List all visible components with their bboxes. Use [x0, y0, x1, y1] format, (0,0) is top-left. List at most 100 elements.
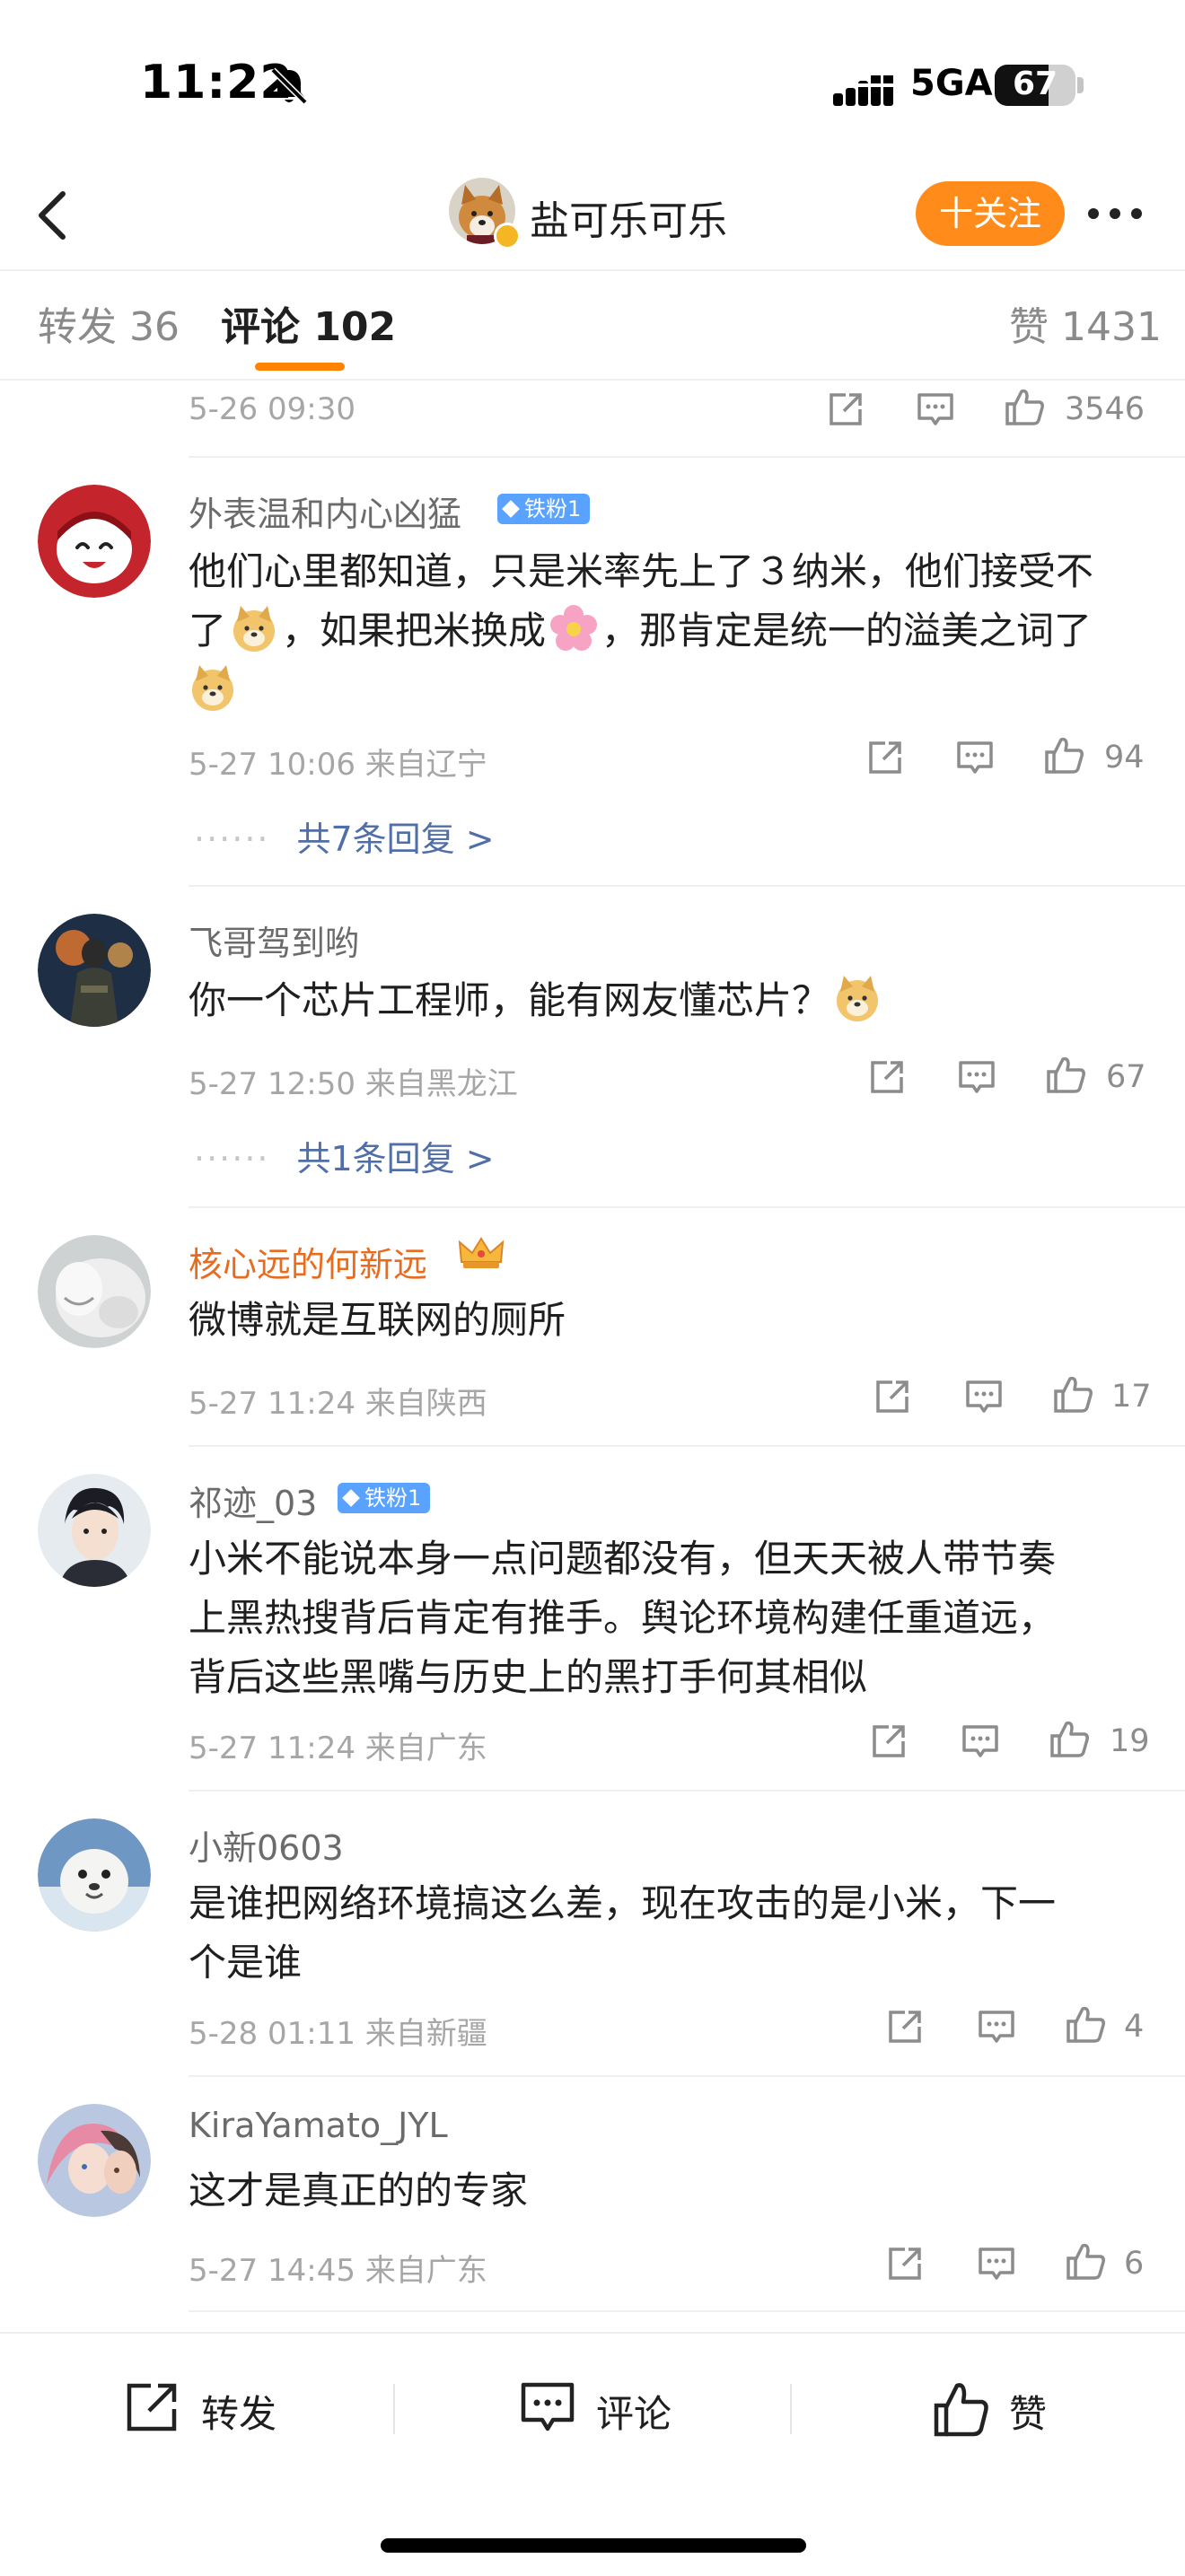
like-count: 19 — [1110, 1723, 1150, 1759]
crown-icon — [458, 1237, 505, 1268]
divider — [189, 885, 1185, 887]
share-icon[interactable] — [885, 2007, 925, 2046]
comment-icon[interactable] — [916, 391, 955, 427]
comment-text-segment: 你一个芯片工程师，能有网友懂芯片？ — [189, 978, 830, 1022]
avatar[interactable] — [38, 1818, 151, 1932]
comment-icon[interactable] — [977, 2246, 1016, 2282]
divider — [189, 2310, 1185, 2312]
like-count: 6 — [1124, 2246, 1145, 2282]
comment-username[interactable]: 小新0603 — [189, 1820, 344, 1870]
share-icon[interactable] — [867, 1057, 907, 1097]
like-icon[interactable] — [1045, 1054, 1088, 1095]
like-icon[interactable] — [1065, 2003, 1108, 2045]
diamond-icon — [342, 1489, 360, 1507]
like-icon[interactable] — [1049, 1718, 1092, 1759]
view-replies-label: 共1条回复 > — [296, 1139, 495, 1178]
like-icon[interactable] — [1004, 386, 1047, 427]
signal-icon — [833, 68, 894, 106]
comment-text-line — [189, 661, 1140, 720]
comment-text-line: 是谁把网络环境搞这么差，现在攻击的是小米，下一 — [189, 1881, 1057, 1925]
view-replies-link[interactable]: ······ 共7条回复 > — [194, 811, 495, 861]
comment-username[interactable]: 外表温和内心凶猛 — [189, 486, 461, 536]
tab-comment[interactable]: 评论 102 — [221, 294, 396, 352]
comment-icon[interactable] — [964, 1379, 1004, 1415]
comment-text-line: 了 ，如果把米换成 ，那肯定是统一的溢美之词了 — [189, 601, 1140, 661]
like-count: 4 — [1124, 2009, 1145, 2045]
avatar[interactable] — [38, 914, 151, 1027]
fan-badge: 铁粉1 — [338, 1483, 431, 1513]
comment-time: 5-27 14:45 来自广东 — [189, 2253, 487, 2289]
comment-text: 他们心里都知道，只是米率先上了３纳米，他们接受不 了 ，如果把米换成 ，那肯定是统一… — [189, 542, 1140, 720]
share-icon[interactable] — [873, 1377, 912, 1416]
avatar[interactable] — [38, 1474, 151, 1587]
repost-button[interactable]: 转发 — [124, 2380, 285, 2438]
avatar[interactable] — [38, 2104, 151, 2217]
like-count: 94 — [1104, 740, 1145, 775]
battery-tip — [1077, 77, 1084, 93]
comment-time: 5-26 09:30 — [189, 391, 356, 427]
comment-username[interactable]: 核心远的何新远 — [189, 1237, 427, 1286]
comment-icon[interactable] — [961, 1723, 1000, 1759]
like-count: 3546 — [1065, 391, 1146, 427]
comment-button[interactable]: 评论 — [519, 2380, 680, 2438]
like-icon — [934, 2383, 988, 2437]
like-button[interactable]: 赞 — [932, 2380, 1075, 2438]
comment-text-segment: 了 — [189, 609, 227, 653]
reply-dots: ······ — [194, 819, 270, 859]
share-icon[interactable] — [869, 1722, 908, 1761]
like-icon[interactable] — [1052, 1373, 1095, 1415]
flower-emoji — [550, 605, 598, 651]
comment-text-line: 背后这些黑嘴与历史上的黑打手何其相似 — [189, 1655, 868, 1699]
comment-text-line: 小米不能说本身一点问题都没有，但天天被人带节奏 — [189, 1537, 1057, 1581]
share-icon[interactable] — [865, 738, 905, 777]
view-replies-link[interactable]: ······ 共1条回复 > — [194, 1131, 495, 1180]
like-count: 67 — [1106, 1059, 1146, 1095]
share-icon[interactable] — [826, 390, 865, 429]
author-name[interactable]: 盐可乐可乐 — [530, 188, 727, 246]
comment-text: 这才是真正的的专家 — [189, 2169, 529, 2212]
fan-badge-label: 铁粉1 — [524, 496, 582, 521]
share-icon — [127, 2383, 177, 2431]
share-icon[interactable] — [885, 2244, 925, 2283]
tab-repost[interactable]: 转发 36 — [38, 294, 180, 352]
comment-username[interactable]: 祁迹_03 — [189, 1476, 317, 1525]
fan-badge: 铁粉1 — [497, 494, 591, 524]
comment-icon[interactable] — [955, 740, 995, 775]
comment-username[interactable]: KiraYamato_JYL — [189, 2106, 448, 2145]
comment-time: 5-28 01:11 来自新疆 — [189, 2016, 487, 2052]
comment-text-segment: ，那肯定是统一的溢美之词了 — [601, 609, 1093, 653]
divider — [189, 1790, 1185, 1792]
more-icon[interactable] — [1084, 205, 1146, 223]
doge-emoji — [192, 665, 233, 711]
comment-text-line: 个是谁 — [189, 1941, 303, 1985]
avatar[interactable] — [38, 485, 151, 598]
comment-icon[interactable] — [957, 1059, 996, 1095]
avatar[interactable] — [38, 1235, 151, 1348]
doge-emoji — [233, 606, 276, 652]
doge-emoji — [837, 976, 879, 1021]
tab-indicator — [255, 363, 345, 371]
battery-level: 67 — [1012, 66, 1058, 102]
reply-dots: ······ — [194, 1139, 270, 1178]
divider — [189, 2075, 1185, 2077]
like-icon[interactable] — [1043, 734, 1086, 775]
comment-label: 评论 — [596, 2392, 672, 2436]
bottom-action-bar: 转发 评论 赞 — [0, 2332, 1185, 2576]
comment-text-line: 他们心里都知道，只是米率先上了３纳米，他们接受不 — [189, 549, 1094, 593]
follow-button[interactable]: 十关注 — [916, 181, 1065, 246]
comment-icon[interactable] — [977, 2009, 1016, 2045]
repost-label: 转发 — [201, 2392, 277, 2436]
comment-text: 是谁把网络环境搞这么差，现在攻击的是小米，下一 个是谁 — [189, 1874, 1140, 1993]
divider — [189, 1445, 1185, 1447]
tab-like[interactable]: 赞 1431 — [1009, 294, 1162, 352]
status-bar: 11:22 5GA 67 — [0, 0, 1185, 162]
separator — [393, 2384, 395, 2434]
comment-text: 小米不能说本身一点问题都没有，但天天被人带节奏 上黑热搜背后肯定有推手。舆论环境… — [189, 1529, 1140, 1707]
diamond-icon — [502, 500, 520, 518]
tab-bar: 转发 36 评论 102 赞 1431 — [0, 271, 1185, 381]
verified-badge — [494, 223, 521, 250]
comment-username[interactable]: 飞哥驾到哟 — [189, 916, 359, 965]
like-icon[interactable] — [1065, 2240, 1108, 2282]
back-icon[interactable] — [27, 185, 81, 246]
fan-badge-label: 铁粉1 — [364, 1485, 422, 1511]
